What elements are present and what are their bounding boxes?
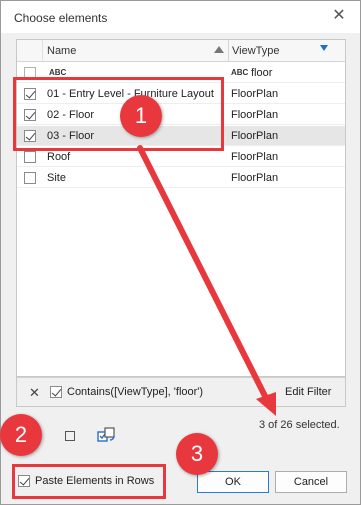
row-name: Roof xyxy=(47,151,71,163)
viewtype-filter-input[interactable]: floor xyxy=(251,67,272,79)
cancel-button[interactable]: Cancel xyxy=(275,471,347,493)
row-viewtype: FloorPlan xyxy=(231,88,279,100)
sort-ascending-icon[interactable] xyxy=(214,46,224,53)
filter-expression[interactable]: Contains([ViewType], 'floor') xyxy=(67,386,203,398)
column-header-viewtype-label: ViewType xyxy=(232,45,280,57)
title-bar: Choose elements ✕ xyxy=(1,1,360,33)
grid-header: Name ViewType xyxy=(17,40,345,62)
dialog-title: Choose elements xyxy=(14,11,108,25)
text-filter-icon: ABC xyxy=(231,68,249,77)
selection-status: 3 of 26 selected. xyxy=(259,419,340,431)
step-1-marker: 1 xyxy=(120,95,162,137)
step-2-marker: 2 xyxy=(0,414,42,456)
column-header-name-label: Name xyxy=(47,45,77,57)
highlight-checked-rows xyxy=(13,77,224,151)
invert-selection-icon[interactable] xyxy=(96,426,116,446)
filter-enabled-checkbox[interactable] xyxy=(50,386,62,398)
step-3-marker: 3 xyxy=(176,433,218,475)
column-header-viewtype[interactable]: ViewType xyxy=(229,40,345,62)
close-icon[interactable]: ✕ xyxy=(330,7,348,25)
edit-filter-link[interactable]: Edit Filter xyxy=(285,386,331,398)
row-checkbox[interactable] xyxy=(24,172,36,184)
row-name: Site xyxy=(47,172,66,184)
row-viewtype: FloorPlan xyxy=(231,172,279,184)
row-checkbox[interactable] xyxy=(24,151,36,163)
row-viewtype: FloorPlan xyxy=(231,151,279,163)
select-none-icon[interactable] xyxy=(65,431,75,441)
text-filter-icon: ABC xyxy=(49,68,67,77)
row-viewtype: FloorPlan xyxy=(231,109,279,121)
clear-filter-icon[interactable]: ✕ xyxy=(29,385,40,401)
ok-button[interactable]: OK xyxy=(197,471,269,493)
column-header-name[interactable]: Name xyxy=(44,40,229,62)
highlight-paste-option xyxy=(12,464,166,499)
row-viewtype: FloorPlan xyxy=(231,130,279,142)
table-row[interactable]: Site FloorPlan xyxy=(17,168,345,188)
filter-funnel-icon[interactable] xyxy=(320,45,328,51)
filter-panel: ✕ Contains([ViewType], 'floor') Edit Fil… xyxy=(16,377,346,407)
header-select-all-cell[interactable] xyxy=(17,40,43,62)
choose-elements-dialog: Choose elements ✕ Name ViewType ABC ABC … xyxy=(0,0,361,505)
